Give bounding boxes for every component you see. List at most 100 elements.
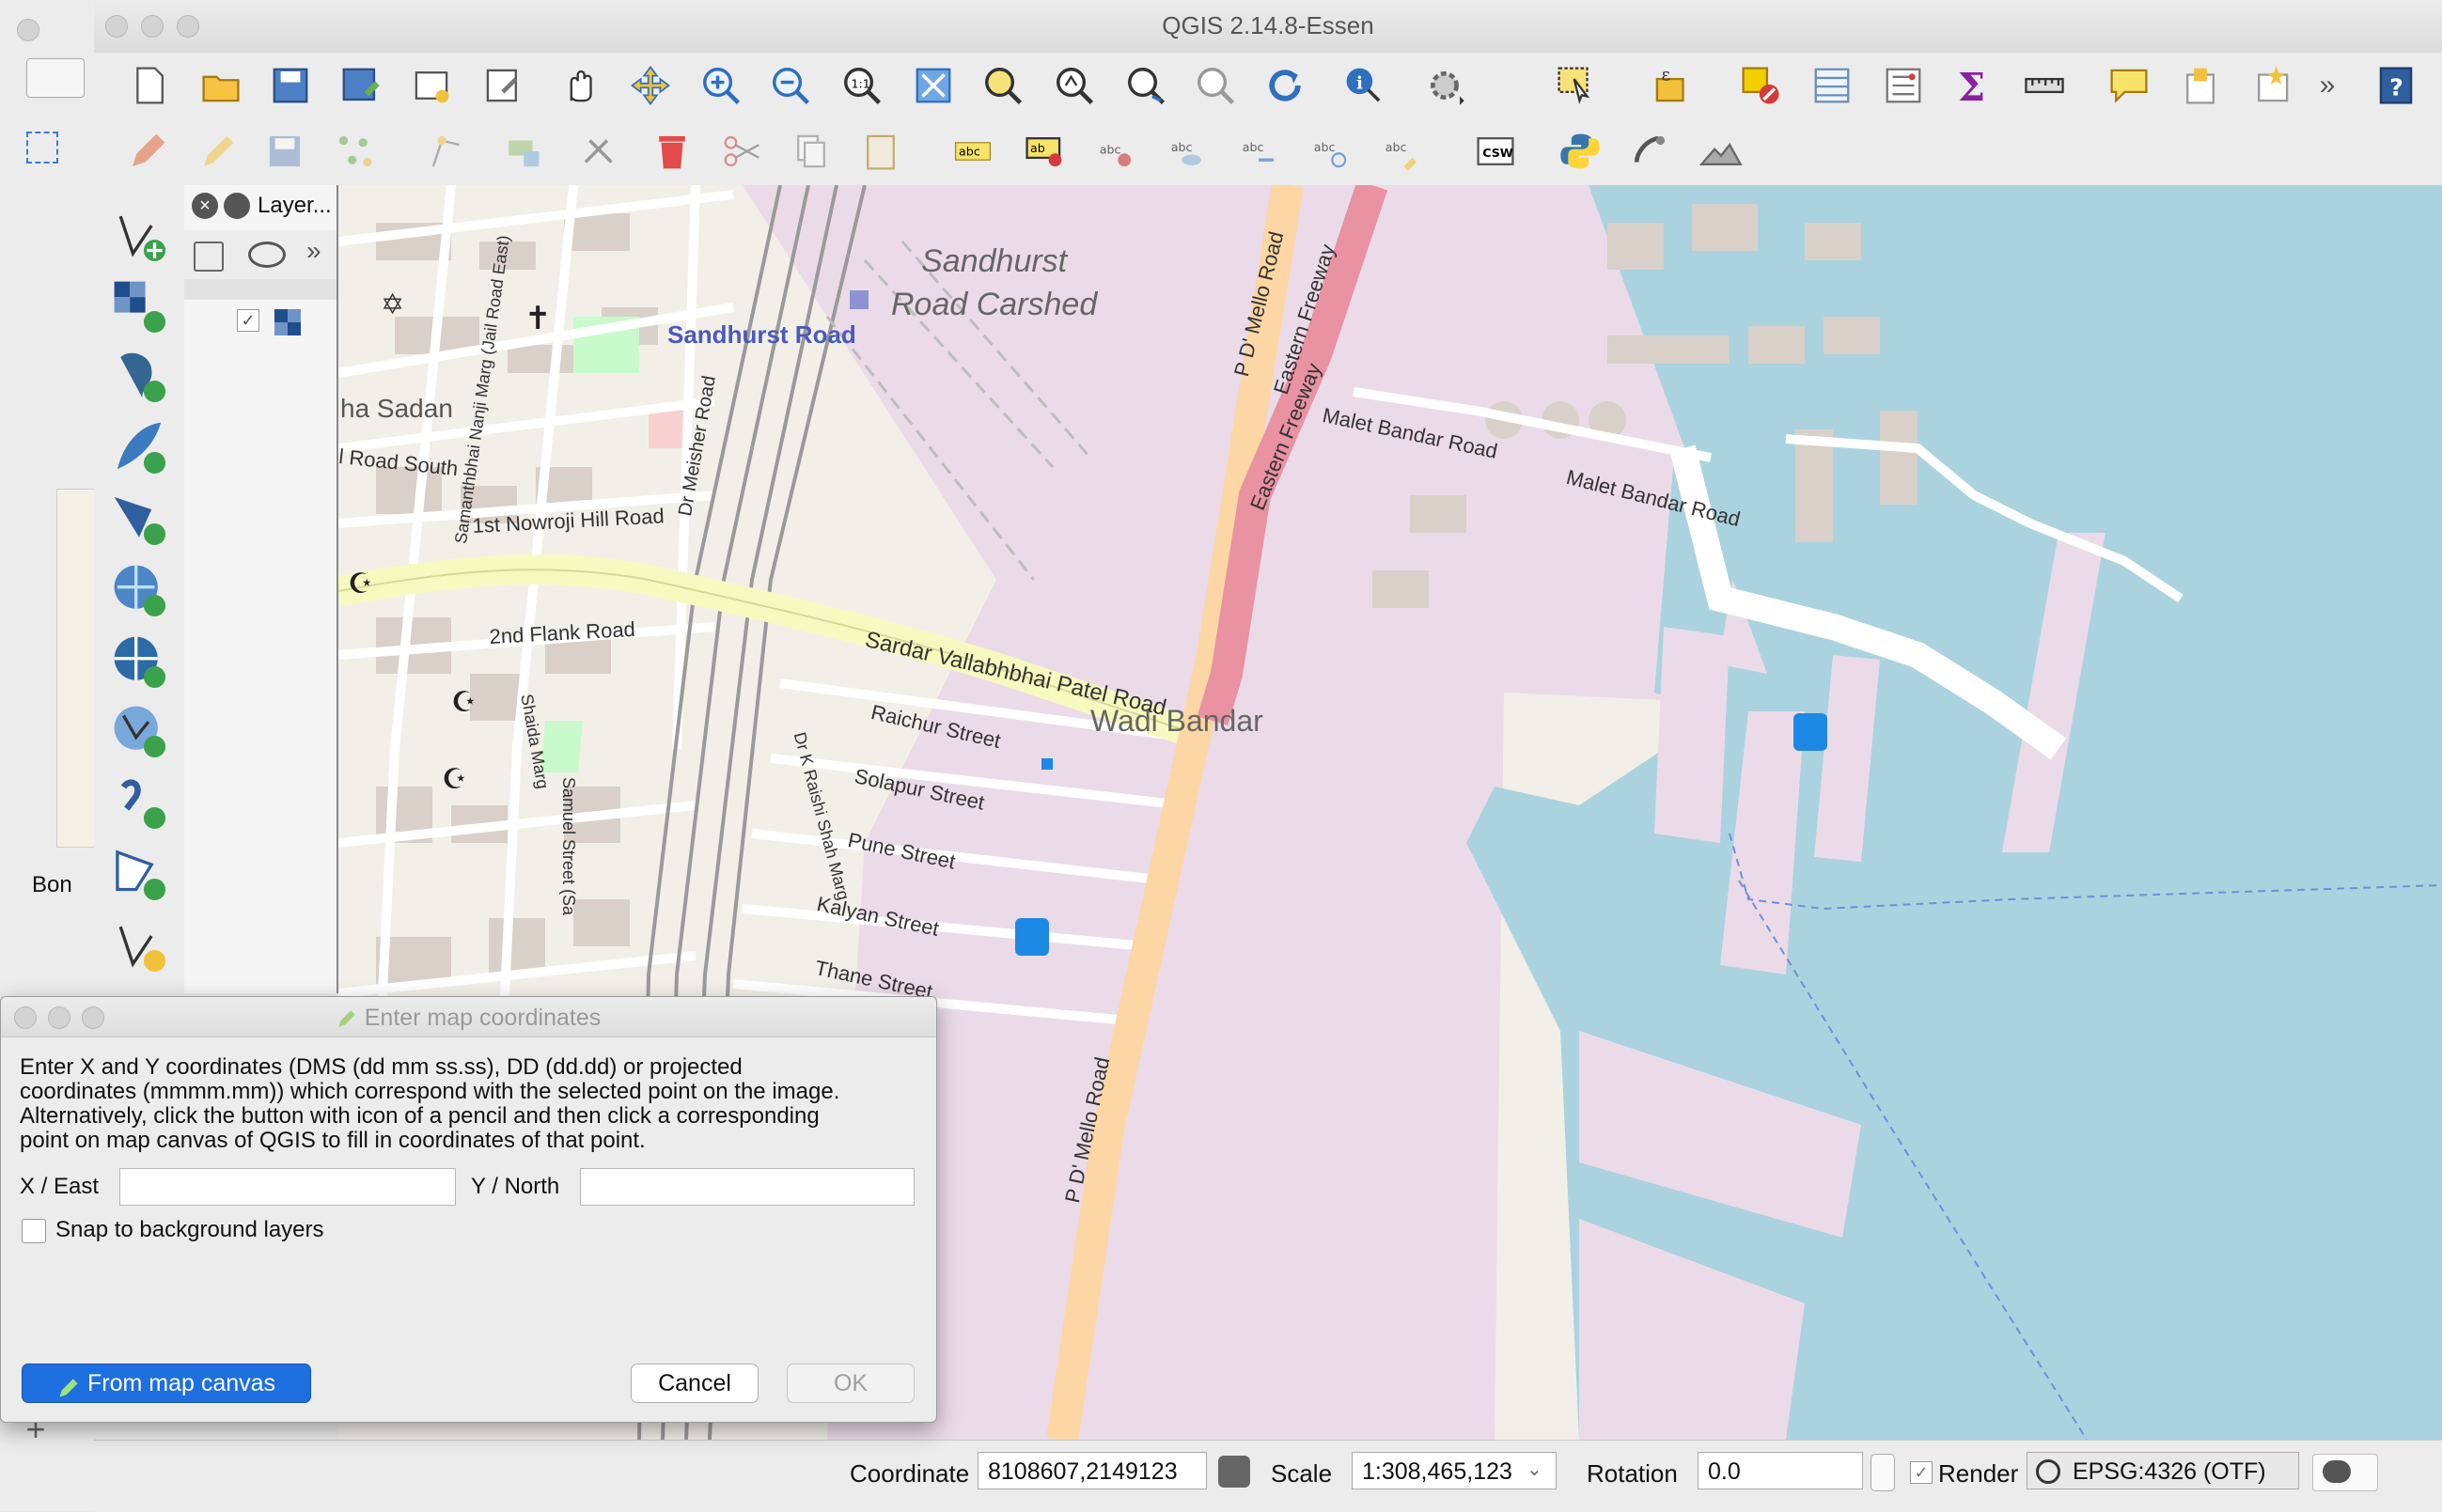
zoom-last-icon[interactable] bbox=[1120, 60, 1171, 111]
statistical-summary-icon[interactable]: Σ bbox=[1948, 60, 1998, 111]
delete-selected-icon[interactable] bbox=[647, 126, 697, 177]
save-as-icon[interactable] bbox=[335, 60, 385, 111]
pan-map-icon[interactable] bbox=[555, 60, 605, 111]
zoom-in-icon[interactable] bbox=[696, 60, 746, 111]
close-panel-icon[interactable]: × bbox=[192, 193, 218, 219]
y-north-field[interactable] bbox=[580, 1168, 915, 1206]
x-east-field[interactable] bbox=[119, 1168, 456, 1206]
copy-features-icon[interactable] bbox=[786, 126, 837, 177]
new-project-icon[interactable] bbox=[124, 60, 175, 111]
svg-text:☪: ☪ bbox=[451, 686, 477, 719]
new-bookmark-icon[interactable] bbox=[2175, 60, 2226, 111]
bg-view-toggle[interactable] bbox=[26, 58, 85, 98]
attribute-table-icon[interactable] bbox=[1807, 60, 1857, 111]
more-tools-icon[interactable]: » bbox=[2309, 60, 2346, 111]
more-layer-tools-icon[interactable]: » bbox=[306, 236, 321, 266]
coordinate-field[interactable]: 8108607,2149123 bbox=[978, 1452, 1207, 1489]
add-postgis-layer-icon[interactable] bbox=[108, 345, 170, 407]
zoom-next-icon[interactable] bbox=[1190, 60, 1241, 111]
help-icon[interactable]: ? bbox=[2371, 60, 2421, 111]
map-label-sadan: ha Sadan bbox=[340, 394, 453, 423]
save-project-icon[interactable] bbox=[265, 60, 316, 111]
snap-checkbox[interactable] bbox=[22, 1219, 46, 1243]
python-console-icon[interactable] bbox=[1555, 126, 1605, 177]
layer-visibility-checkbox[interactable]: ✓ bbox=[237, 309, 259, 332]
messages-button[interactable] bbox=[2312, 1454, 2378, 1491]
messages-icon bbox=[2323, 1460, 2351, 1483]
deselect-all-icon[interactable] bbox=[1735, 60, 1786, 111]
bg-close-button[interactable] bbox=[17, 19, 39, 41]
zoom-to-layer-icon[interactable] bbox=[1049, 60, 1100, 111]
save-edits-icon[interactable] bbox=[259, 126, 310, 177]
zoom-native-icon[interactable]: 1:1 bbox=[837, 60, 887, 111]
highlight-pinned-labels-icon[interactable]: abc bbox=[1090, 126, 1141, 177]
add-feature-icon[interactable] bbox=[329, 126, 380, 177]
cut-features-icon[interactable] bbox=[716, 126, 767, 177]
add-delimited-text-layer-icon[interactable] bbox=[108, 772, 170, 834]
new-spatialite-layer-icon[interactable] bbox=[108, 914, 170, 976]
svg-text:abc: abc bbox=[1243, 140, 1264, 154]
map-tips-icon[interactable] bbox=[2104, 60, 2154, 111]
new-shapefile-layer-icon[interactable] bbox=[108, 843, 170, 905]
add-group-icon[interactable] bbox=[194, 242, 224, 272]
bg-map-strip bbox=[56, 489, 96, 848]
toggle-editing-icon[interactable] bbox=[122, 126, 173, 177]
add-wms-layer-icon[interactable] bbox=[108, 559, 170, 621]
add-vector-layer-icon[interactable] bbox=[108, 204, 170, 266]
add-mssql-layer-icon[interactable] bbox=[108, 488, 170, 550]
mouse-coordinate-toggle-icon[interactable] bbox=[1218, 1456, 1250, 1488]
node-tool-icon[interactable] bbox=[423, 126, 474, 177]
rotation-field[interactable]: 0.0 bbox=[1698, 1452, 1863, 1489]
terrain-icon[interactable] bbox=[1696, 126, 1746, 177]
csw-icon[interactable]: CSW bbox=[1470, 126, 1521, 177]
add-spatialite-layer-icon[interactable] bbox=[108, 416, 170, 478]
add-wcs-layer-icon[interactable] bbox=[108, 631, 170, 693]
move-feature-icon[interactable] bbox=[496, 126, 547, 177]
visibility-eye-icon[interactable] bbox=[248, 242, 286, 268]
bg-label: Bon bbox=[32, 872, 72, 897]
composer-manager-icon[interactable] bbox=[477, 60, 528, 111]
move-label-icon[interactable]: abc bbox=[1233, 126, 1284, 177]
add-wfs-layer-icon[interactable] bbox=[108, 700, 170, 762]
show-hide-labels-icon[interactable]: abc bbox=[1162, 126, 1213, 177]
show-bookmarks-icon[interactable] bbox=[2246, 60, 2297, 111]
instruction-line: Enter X and Y coordinates (DMS (dd mm ss… bbox=[20, 1054, 743, 1080]
paste-features-icon[interactable] bbox=[855, 126, 906, 177]
float-panel-icon[interactable] bbox=[224, 193, 250, 219]
select-features-icon[interactable] bbox=[1551, 60, 1602, 111]
enter-map-coordinates-dialog: Enter map coordinates Enter X and Y coor… bbox=[0, 996, 937, 1423]
dialog-instructions: Enter X and Y coordinates (DMS (dd mm ss… bbox=[20, 1055, 922, 1153]
scale-dropdown-icon[interactable]: ⌄ bbox=[1526, 1457, 1542, 1481]
svg-text:abc: abc bbox=[1100, 142, 1121, 156]
cancel-button[interactable]: Cancel bbox=[631, 1364, 759, 1403]
identify-icon[interactable]: i bbox=[1338, 60, 1389, 111]
bg-select-icon[interactable] bbox=[26, 132, 58, 164]
new-print-composer-icon[interactable] bbox=[406, 60, 457, 111]
rotate-point-icon[interactable] bbox=[575, 126, 626, 177]
open-project-icon[interactable] bbox=[196, 60, 246, 111]
current-edits-icon[interactable] bbox=[192, 126, 243, 177]
from-map-canvas-button[interactable]: From map canvas bbox=[22, 1364, 311, 1403]
zoom-to-selection-icon[interactable] bbox=[978, 60, 1028, 111]
measure-line-icon[interactable] bbox=[2019, 60, 2070, 111]
refresh-icon[interactable] bbox=[1260, 60, 1310, 111]
ok-button[interactable]: OK bbox=[787, 1364, 915, 1403]
zoom-out-icon[interactable] bbox=[765, 60, 816, 111]
georeferencer-icon[interactable] bbox=[1624, 126, 1675, 177]
add-raster-layer-icon[interactable] bbox=[108, 275, 170, 337]
render-checkbox[interactable]: ✓ bbox=[1910, 1461, 1933, 1484]
pan-to-selection-icon[interactable] bbox=[625, 60, 676, 111]
pin-labels-icon[interactable]: ab bbox=[1019, 126, 1070, 177]
run-action-icon[interactable] bbox=[1419, 60, 1470, 111]
select-by-expression-icon[interactable]: ε bbox=[1647, 60, 1698, 111]
layers-panel-toolbar: » bbox=[184, 230, 337, 280]
zoom-full-icon[interactable] bbox=[908, 60, 959, 111]
field-calculator-icon[interactable] bbox=[1878, 60, 1929, 111]
layer-labeling-icon[interactable]: abc bbox=[947, 126, 998, 177]
rotation-stepper[interactable] bbox=[1871, 1454, 1895, 1491]
map-label-carshed: Sandhurst Road Carshed bbox=[891, 243, 1098, 322]
change-label-icon[interactable]: abc bbox=[1376, 126, 1427, 177]
crs-button[interactable]: EPSG:4326 (OTF) bbox=[2027, 1452, 2299, 1489]
rotate-label-icon[interactable]: abc bbox=[1305, 126, 1355, 177]
layers-panel-title: Layer... bbox=[258, 193, 332, 218]
